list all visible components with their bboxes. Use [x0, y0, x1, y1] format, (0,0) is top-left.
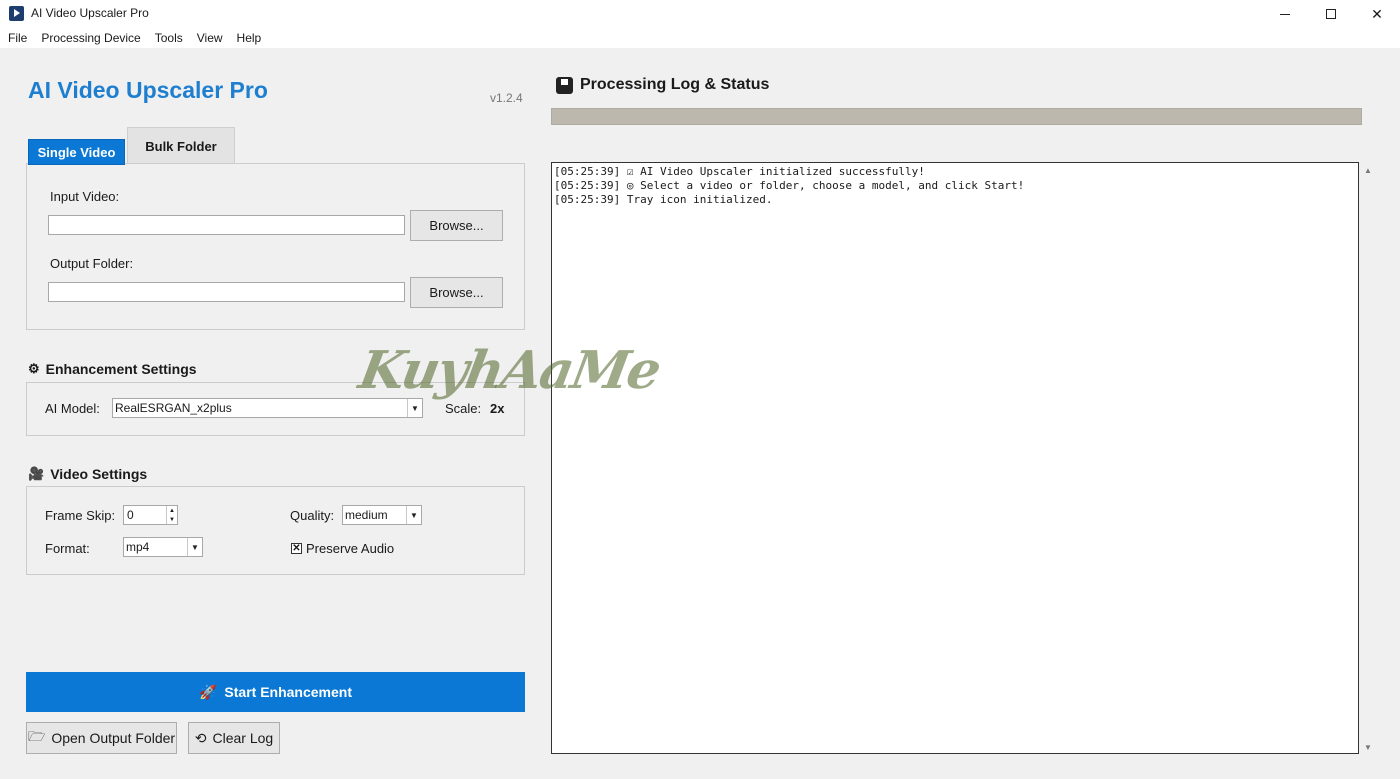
format-value: mp4: [126, 540, 150, 554]
video-settings-label: Video Settings: [50, 466, 148, 482]
preserve-audio-checkbox[interactable]: ✕: [291, 543, 302, 554]
title-bar: AI Video Upscaler Pro ✕: [0, 0, 1400, 28]
gear-icon: ⚙: [28, 361, 40, 376]
log-title: Processing Log & Status: [556, 76, 769, 94]
enhancement-settings-panel: AI Model: RealESRGAN_x2plus ▼ Scale: 2x: [26, 382, 525, 436]
app-icon: [9, 6, 24, 21]
log-line: [05:25:39] ☑ AI Video Upscaler initializ…: [554, 165, 925, 178]
frame-skip-label: Frame Skip:: [45, 508, 116, 523]
file-selection-panel: Input Video: Browse... Output Folder: Br…: [26, 163, 525, 330]
video-camera-icon: 🎥: [28, 466, 45, 481]
output-folder-field[interactable]: [48, 282, 405, 302]
ai-model-select[interactable]: RealESRGAN_x2plus ▼: [112, 398, 423, 418]
start-enhancement-label: Start Enhancement: [224, 684, 353, 700]
open-output-folder-label: Open Output Folder: [51, 730, 176, 746]
scroll-up-icon[interactable]: ▲: [1364, 166, 1372, 175]
output-folder-label: Output Folder:: [50, 256, 134, 271]
window-title: AI Video Upscaler Pro: [31, 6, 149, 20]
ai-model-value: RealESRGAN_x2plus: [115, 401, 232, 415]
browse-output-button[interactable]: Browse...: [410, 277, 503, 308]
clear-log-button[interactable]: ⟲ Clear Log: [188, 722, 280, 754]
video-settings-title: 🎥 Video Settings: [28, 466, 147, 482]
log-scrollbar[interactable]: ▲ ▼: [1360, 162, 1376, 754]
minimize-button[interactable]: [1262, 0, 1308, 28]
scroll-down-icon[interactable]: ▼: [1364, 743, 1372, 752]
input-video-field[interactable]: [48, 215, 405, 235]
menu-processing-device[interactable]: Processing Device: [41, 31, 140, 45]
quality-select[interactable]: medium ▼: [342, 505, 422, 525]
open-output-folder-button[interactable]: 🗁 Open Output Folder: [26, 722, 177, 754]
log-output[interactable]: [05:25:39] ☑ AI Video Upscaler initializ…: [551, 162, 1359, 754]
frame-skip-value: 0: [127, 508, 134, 522]
format-label: Format:: [45, 541, 90, 556]
folder-open-icon: 🗁: [27, 728, 46, 744]
enhancement-settings-title: ⚙ Enhancement Settings: [28, 361, 197, 377]
enhancement-settings-label: Enhancement Settings: [45, 361, 197, 377]
close-icon: ✕: [1371, 5, 1383, 22]
menu-tools[interactable]: Tools: [155, 31, 183, 45]
chevron-down-icon: ▼: [406, 506, 421, 524]
log-line: [05:25:39] Tray icon initialized.: [554, 193, 773, 206]
preserve-audio-label[interactable]: Preserve Audio: [306, 541, 394, 556]
spin-down-icon[interactable]: ▼: [167, 515, 177, 524]
format-select[interactable]: mp4 ▼: [123, 537, 203, 557]
rocket-icon: 🚀: [198, 683, 217, 700]
video-settings-panel: Frame Skip: 0 ▲ ▼ Quality: medium ▼ Form…: [26, 486, 525, 575]
input-video-label: Input Video:: [50, 189, 120, 204]
minimize-icon: [1280, 13, 1290, 15]
log-title-label: Processing Log & Status: [580, 76, 770, 93]
progress-bar: [551, 108, 1362, 125]
quality-value: medium: [345, 508, 388, 522]
spin-up-icon[interactable]: ▲: [167, 506, 177, 515]
clear-log-label: Clear Log: [212, 730, 274, 746]
maximize-icon: [1326, 9, 1336, 19]
scale-value: 2x: [490, 401, 505, 416]
log-box-icon: [556, 76, 573, 94]
ai-model-label: AI Model:: [45, 401, 100, 416]
version-label: v1.2.4: [490, 91, 523, 105]
tab-single-video[interactable]: Single Video: [28, 139, 125, 165]
tab-bulk-folder[interactable]: Bulk Folder: [127, 127, 235, 165]
chevron-down-icon: ▼: [407, 399, 422, 417]
start-enhancement-button[interactable]: 🚀 Start Enhancement: [26, 672, 525, 712]
browse-input-button[interactable]: Browse...: [410, 210, 503, 241]
frame-skip-spinner[interactable]: 0 ▲ ▼: [123, 505, 178, 525]
menu-bar: File Processing Device Tools View Help: [0, 28, 1400, 48]
log-line: [05:25:39] ◎ Select a video or folder, c…: [554, 179, 1025, 192]
scale-label: Scale:: [445, 401, 482, 416]
refresh-icon: ⟲: [194, 729, 207, 746]
maximize-button[interactable]: [1308, 0, 1354, 28]
app-heading: AI Video Upscaler Pro: [28, 77, 268, 103]
menu-view[interactable]: View: [197, 31, 223, 45]
menu-help[interactable]: Help: [237, 31, 262, 45]
quality-label: Quality:: [290, 508, 335, 523]
chevron-down-icon: ▼: [187, 538, 202, 556]
menu-file[interactable]: File: [8, 31, 27, 45]
close-button[interactable]: ✕: [1354, 0, 1400, 28]
